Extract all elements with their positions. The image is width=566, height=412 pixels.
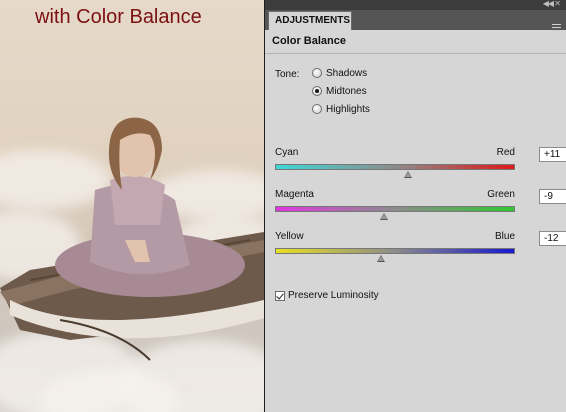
slider-thumb[interactable]	[404, 171, 413, 178]
slider-track[interactable]	[275, 164, 515, 170]
slider-thumb[interactable]	[376, 255, 385, 262]
radio-button-selected[interactable]	[312, 86, 322, 96]
slider-value-field[interactable]: -9	[539, 189, 566, 204]
radio-label: Midtones	[326, 85, 367, 97]
radio-label: Highlights	[326, 103, 370, 115]
slider-right-label: Blue	[494, 231, 515, 242]
radio-button[interactable]	[312, 68, 322, 78]
slider-right-label: Green	[487, 189, 515, 200]
slider-value-field[interactable]: -12	[539, 231, 566, 246]
radio-highlights[interactable]: Highlights	[312, 102, 370, 116]
preserve-luminosity[interactable]: Preserve Luminosity	[275, 290, 379, 301]
photo-preview: with Color Balance	[0, 0, 264, 412]
checkbox-label: Preserve Luminosity	[288, 290, 379, 301]
slider-thumb[interactable]	[380, 213, 389, 220]
collapse-icon[interactable]: ◀◀ ✕	[543, 0, 561, 8]
tone-label: Tone:	[275, 69, 300, 80]
slider-left-label: Yellow	[275, 231, 304, 242]
radio-label: Shadows	[326, 67, 368, 79]
slider-cyan-red: Cyan Red +11	[275, 147, 566, 183]
photo-caption: with Color Balance	[35, 6, 202, 28]
radio-shadows[interactable]: Shadows	[312, 66, 367, 80]
radio-button[interactable]	[312, 104, 322, 114]
slider-track[interactable]	[275, 206, 515, 212]
slider-value-field[interactable]: +11	[539, 147, 566, 162]
slider-right-label: Red	[496, 147, 515, 158]
slider-left-label: Magenta	[275, 189, 314, 200]
panel-title: Color Balance	[272, 35, 346, 47]
title-divider	[265, 53, 566, 54]
slider-magenta-green: Magenta Green -9	[275, 189, 566, 225]
radio-midtones[interactable]: Midtones	[312, 84, 367, 98]
slider-yellow-blue: Yellow Blue -12	[275, 231, 566, 267]
girl-image	[55, 117, 245, 297]
adjustments-panel: ◀◀ ✕ ADJUSTMENTS Color Balance Tone: Sha…	[264, 0, 566, 412]
slider-track[interactable]	[275, 248, 515, 254]
panel-topbar: ◀◀ ✕	[265, 0, 566, 10]
checkbox-checked[interactable]	[275, 290, 285, 301]
panel-tab-row: ADJUSTMENTS	[265, 10, 566, 31]
panel-menu-icon[interactable]	[552, 24, 561, 34]
slider-left-label: Cyan	[275, 147, 299, 158]
tab-adjustments[interactable]: ADJUSTMENTS	[268, 11, 352, 30]
